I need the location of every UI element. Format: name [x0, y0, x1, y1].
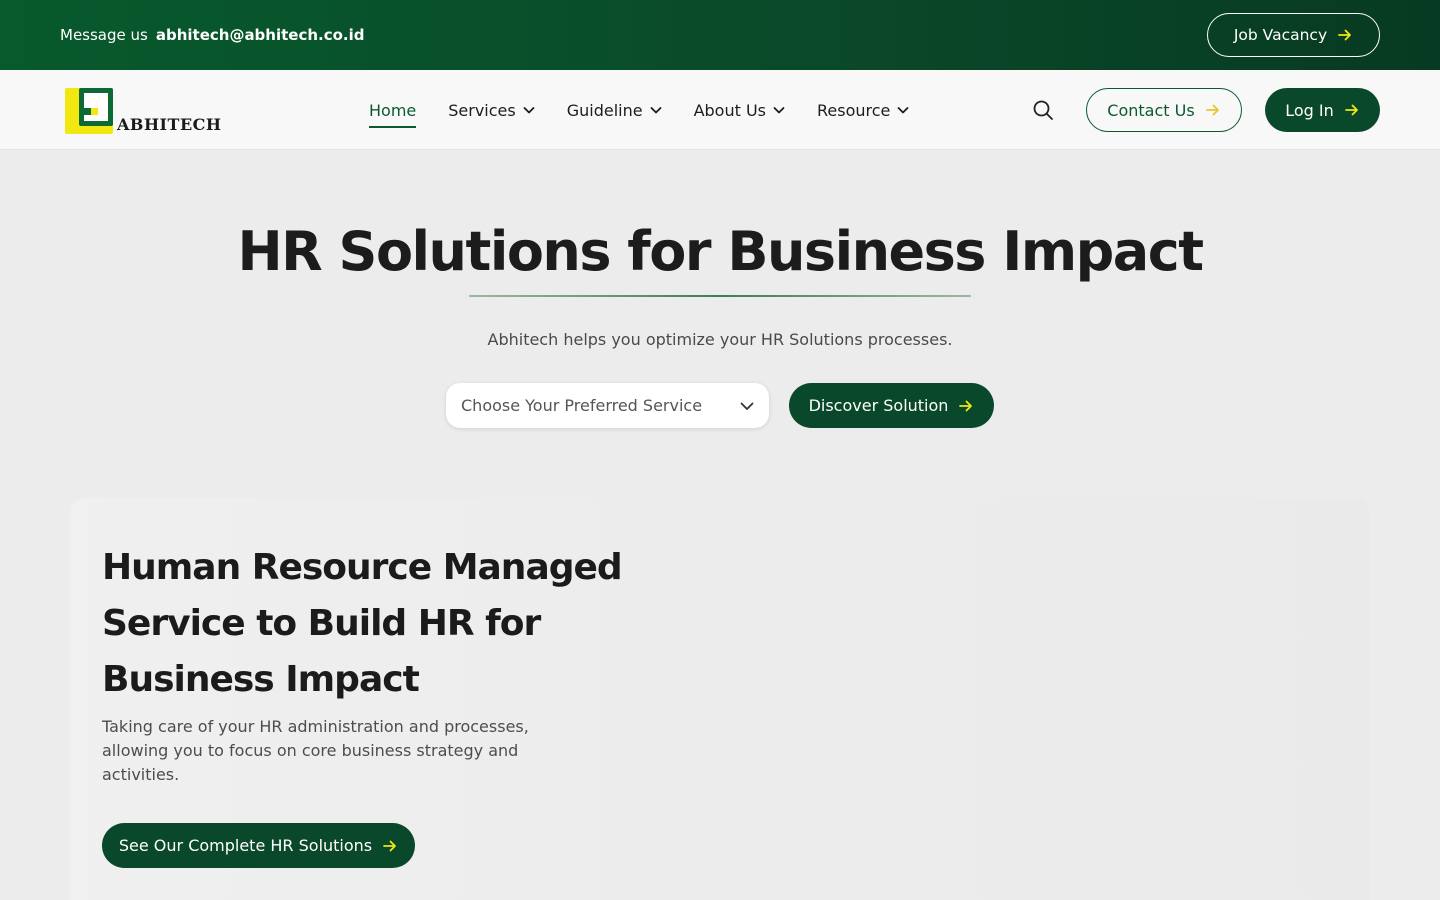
arrow-right-icon	[959, 400, 973, 411]
nav-item-label: Resource	[817, 100, 891, 120]
top-bar: Message us abhitech@abhitech.co.id Job V…	[0, 0, 1440, 70]
job-vacancy-label: Job Vacancy	[1233, 26, 1328, 44]
arrow-right-icon	[383, 840, 397, 851]
see-hr-solutions-button[interactable]: See Our Complete HR Solutions	[102, 823, 415, 868]
discover-solution-label: Discover Solution	[808, 396, 949, 415]
nav-item-services[interactable]: Services	[448, 95, 535, 125]
contact-message: Message us abhitech@abhitech.co.id	[60, 26, 365, 44]
nav-item-resource[interactable]: Resource	[817, 95, 909, 125]
hero-subtitle: Abhitech helps you optimize your HR Solu…	[487, 330, 953, 349]
nav-item-label: About Us	[693, 100, 767, 120]
message-label: Message us	[60, 26, 148, 44]
job-vacancy-button[interactable]: Job Vacancy	[1207, 13, 1380, 57]
contact-us-label: Contact Us	[1107, 100, 1195, 120]
title-underline	[469, 295, 971, 297]
log-in-label: Log In	[1285, 100, 1334, 120]
service-select-placeholder: Choose Your Preferred Service	[461, 396, 703, 415]
discover-solution-button[interactable]: Discover Solution	[789, 383, 994, 428]
nav-item-label: Services	[448, 100, 516, 120]
logo-mark	[65, 88, 113, 134]
arrow-right-icon	[1205, 104, 1219, 116]
main-navbar: ABHITECH Home Services Guideline About U…	[0, 70, 1440, 150]
email-link[interactable]: abhitech@abhitech.co.id	[156, 26, 365, 44]
contact-us-button[interactable]: Contact Us	[1086, 88, 1242, 132]
log-in-button[interactable]: Log In	[1265, 88, 1380, 132]
feature-description: Taking care of your HR administration an…	[102, 717, 529, 784]
nav-item-label: Home	[369, 100, 417, 120]
arrow-right-icon	[1344, 104, 1358, 116]
chevron-down-icon	[650, 107, 661, 114]
abhitech-logo[interactable]: ABHITECH	[65, 84, 225, 134]
nav-item-home[interactable]: Home	[369, 95, 417, 128]
nav-menu: Home Services Guideline About Us Resourc…	[369, 70, 909, 150]
feature-title: Human Resource Managed Service to Build …	[102, 547, 623, 700]
search-icon[interactable]	[1032, 99, 1054, 121]
nav-item-label: Guideline	[566, 100, 643, 120]
see-hr-solutions-label: See Our Complete HR Solutions	[118, 836, 373, 855]
chevron-down-icon	[773, 107, 785, 114]
hero-title: HR Solutions for Business Impact	[237, 220, 1204, 283]
arrow-right-icon	[1338, 29, 1352, 41]
logo-text: ABHITECH	[117, 115, 222, 134]
nav-item-guideline[interactable]: Guideline	[567, 95, 662, 125]
service-select[interactable]: Choose Your Preferred Service	[446, 383, 769, 428]
chevron-down-icon	[740, 402, 754, 410]
chevron-down-icon	[897, 107, 909, 114]
chevron-down-icon	[523, 107, 535, 114]
nav-item-about-us[interactable]: About Us	[694, 95, 785, 125]
